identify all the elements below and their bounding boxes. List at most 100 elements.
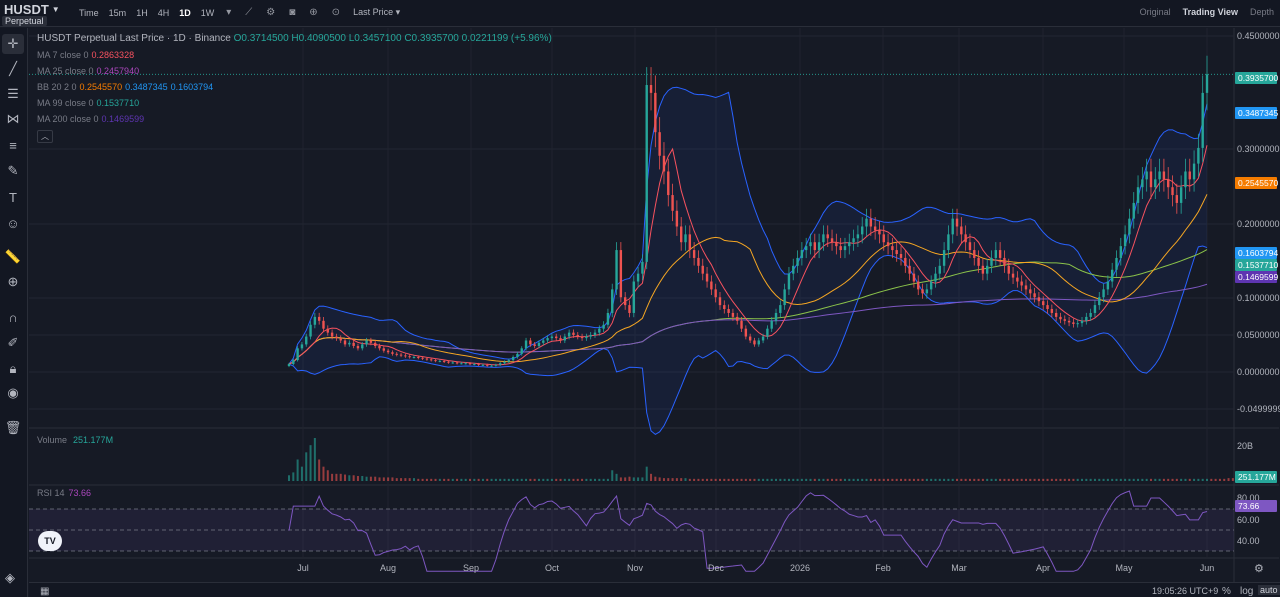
candle-body xyxy=(955,218,959,227)
volume-bar xyxy=(494,478,497,481)
volume-bar xyxy=(421,478,424,481)
candle-body xyxy=(1171,187,1174,196)
tradingview-logo[interactable]: TV xyxy=(38,531,62,551)
interval-1w[interactable]: 1W xyxy=(196,8,220,18)
add-icon[interactable]: ⊕ xyxy=(302,7,324,18)
fib-icon[interactable]: ≡ xyxy=(2,135,24,155)
candle-body xyxy=(451,362,454,364)
candle-body xyxy=(313,316,317,325)
volume-bar xyxy=(1050,478,1053,481)
interval-15m[interactable]: 15m xyxy=(104,8,132,18)
camera-icon[interactable]: ◙ xyxy=(282,7,302,18)
ma25-legend[interactable]: MA 25 close 0 0.2457940 xyxy=(37,66,139,76)
volume-bar xyxy=(835,478,838,481)
trash-icon[interactable]: 🗑︎ xyxy=(2,418,24,438)
candle-body xyxy=(546,338,549,341)
volume-bar xyxy=(391,477,394,481)
volume-bar xyxy=(387,477,390,481)
candle-body xyxy=(473,364,476,366)
interval-dropdown-icon[interactable]: ▾ xyxy=(219,7,238,18)
ma200-legend[interactable]: MA 200 close 0 0.1469599 xyxy=(37,114,144,124)
percent-scale-button[interactable]: % xyxy=(1222,586,1231,597)
volume-bar xyxy=(430,478,433,481)
indicators-icon[interactable]: ⟋ xyxy=(238,7,259,18)
trend-line-icon[interactable]: ╱ xyxy=(2,59,24,79)
volume-bar xyxy=(572,478,575,481)
candle-body xyxy=(942,250,946,266)
price-chart[interactable] xyxy=(29,28,1279,582)
text-icon[interactable]: T xyxy=(2,187,24,207)
zoom-in-icon[interactable]: ⊕ xyxy=(2,272,24,292)
candle-body xyxy=(826,234,829,239)
candle-body xyxy=(658,132,661,156)
auto-scale-button[interactable]: auto xyxy=(1258,585,1280,595)
volume-bar xyxy=(805,478,808,481)
volume-bar xyxy=(1007,478,1010,481)
tab-depth[interactable]: Depth xyxy=(1250,7,1274,17)
calendar-icon[interactable]: ▦ xyxy=(40,586,49,597)
candle-body xyxy=(1145,171,1148,180)
volume-bar xyxy=(753,478,756,481)
horizontal-lines-icon[interactable]: ☰ xyxy=(2,84,24,104)
interval-1d[interactable]: 1D xyxy=(174,8,196,18)
replay-icon[interactable]: ⊙ xyxy=(325,7,347,18)
emoji-icon[interactable]: ☺ xyxy=(2,213,24,233)
volume-bar xyxy=(568,478,571,481)
candle-body xyxy=(481,364,485,366)
interval-time[interactable]: Time xyxy=(74,8,104,18)
collapse-legend-button[interactable]: ︿ xyxy=(37,130,53,143)
ma99-legend[interactable]: MA 99 close 0 0.1537710 xyxy=(37,98,139,108)
volume-bar xyxy=(654,476,657,481)
candle-body xyxy=(1024,285,1028,290)
volume-legend: Volume 251.177M xyxy=(37,435,113,445)
candle-body xyxy=(1136,187,1140,203)
magnet-icon[interactable]: ∩ xyxy=(2,307,24,327)
candle-body xyxy=(602,324,605,329)
lock-icon[interactable]: 🔒︎ xyxy=(2,359,24,379)
eye-icon[interactable]: ◉ xyxy=(2,383,24,403)
time-axis-label: Oct xyxy=(544,563,560,573)
volume-bar xyxy=(1076,478,1079,481)
candle-body xyxy=(792,265,795,274)
bb-legend[interactable]: BB 20 2 0 0.2545570 0.3487345 0.1603794 xyxy=(37,82,213,92)
pencil-lock-icon[interactable]: ✐ xyxy=(2,333,24,353)
volume-bar xyxy=(434,478,437,481)
symbol-selector[interactable]: HUSDT ▼ xyxy=(4,2,60,17)
candle-body xyxy=(1158,171,1161,180)
brush-icon[interactable]: ✎ xyxy=(2,161,24,181)
volume-bar xyxy=(938,478,941,481)
interval-1h[interactable]: 1H xyxy=(131,8,153,18)
volume-bar xyxy=(318,459,321,481)
settings-sliders-icon[interactable]: ⚙ xyxy=(259,7,282,18)
volume-bar xyxy=(981,478,984,481)
volume-bar xyxy=(723,478,726,481)
volume-bar xyxy=(887,478,890,481)
price-axis-label: 0.1000000 xyxy=(1237,293,1280,303)
volume-bar xyxy=(1193,478,1196,481)
interval-4h[interactable]: 4H xyxy=(153,8,175,18)
candle-body xyxy=(1106,281,1110,290)
tab-trading-view[interactable]: Trading View xyxy=(1183,7,1238,17)
volume-bar xyxy=(727,478,730,481)
chart-settings-icon[interactable]: ⚙ xyxy=(1254,562,1264,575)
layers-icon[interactable]: ◈ xyxy=(5,570,15,586)
ma7-legend[interactable]: MA 7 close 0 0.2863328 xyxy=(37,50,134,60)
volume-bar xyxy=(956,478,959,481)
candle-body xyxy=(917,281,920,290)
candle-body xyxy=(589,334,592,337)
volume-bar xyxy=(1042,478,1045,481)
ma200-label: MA 200 close 0 xyxy=(37,114,99,124)
tab-original[interactable]: Original xyxy=(1140,7,1171,17)
log-scale-button[interactable]: log xyxy=(1240,586,1253,597)
volume-bar xyxy=(826,478,829,481)
volume-bar xyxy=(662,478,665,481)
pattern-icon[interactable]: ⋈ xyxy=(2,109,24,129)
price-source-selector[interactable]: Last Price ▾ xyxy=(353,7,400,18)
ruler-icon[interactable]: 📏 xyxy=(2,247,24,267)
candle-body xyxy=(1007,265,1010,274)
crosshair-icon[interactable]: ✛ xyxy=(2,34,24,54)
candle-body xyxy=(524,340,528,349)
bb-basis: 0.2545570 xyxy=(79,82,123,92)
volume-bar xyxy=(878,478,881,481)
candle-body xyxy=(1188,171,1191,180)
